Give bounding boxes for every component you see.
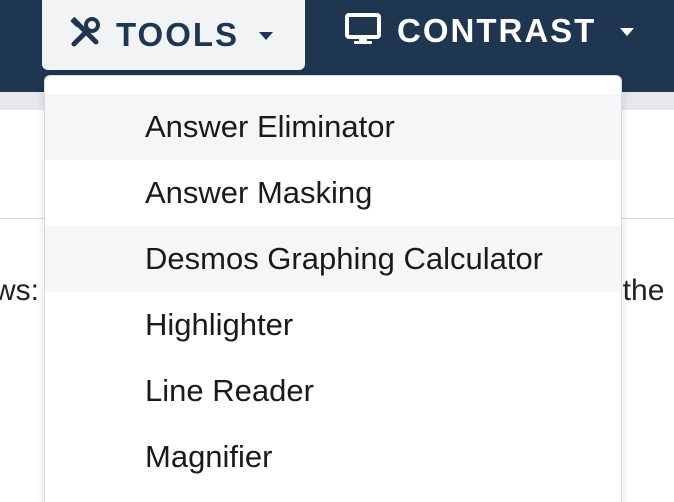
menu-item-answer-eliminator[interactable]: Answer Eliminator [45,94,621,160]
tools-menu-button[interactable]: TOOLS [42,0,305,70]
menu-item-answer-masking[interactable]: Answer Masking [45,160,621,226]
menu-item-desmos-graphing-calculator[interactable]: Desmos Graphing Calculator [45,226,621,292]
monitor-icon [345,12,381,51]
background-text-left: ws: [0,274,39,307]
chevron-down-icon [620,28,635,36]
page: ws: othe TOOLS CONTRAST Answer Eliminato… [0,0,674,502]
menu-item-line-reader[interactable]: Line Reader [45,358,621,424]
contrast-label: CONTRAST [397,12,597,49]
chevron-down-icon [259,32,274,40]
tools-label: TOOLS [116,16,240,53]
tools-dropdown-menu: Answer Eliminator Answer Masking Desmos … [44,75,622,502]
contrast-menu-button[interactable]: CONTRAST [345,0,635,62]
menu-item-magnifier[interactable]: Magnifier [45,424,621,490]
tools-icon [68,16,102,55]
menu-item-highlighter[interactable]: Highlighter [45,292,621,358]
